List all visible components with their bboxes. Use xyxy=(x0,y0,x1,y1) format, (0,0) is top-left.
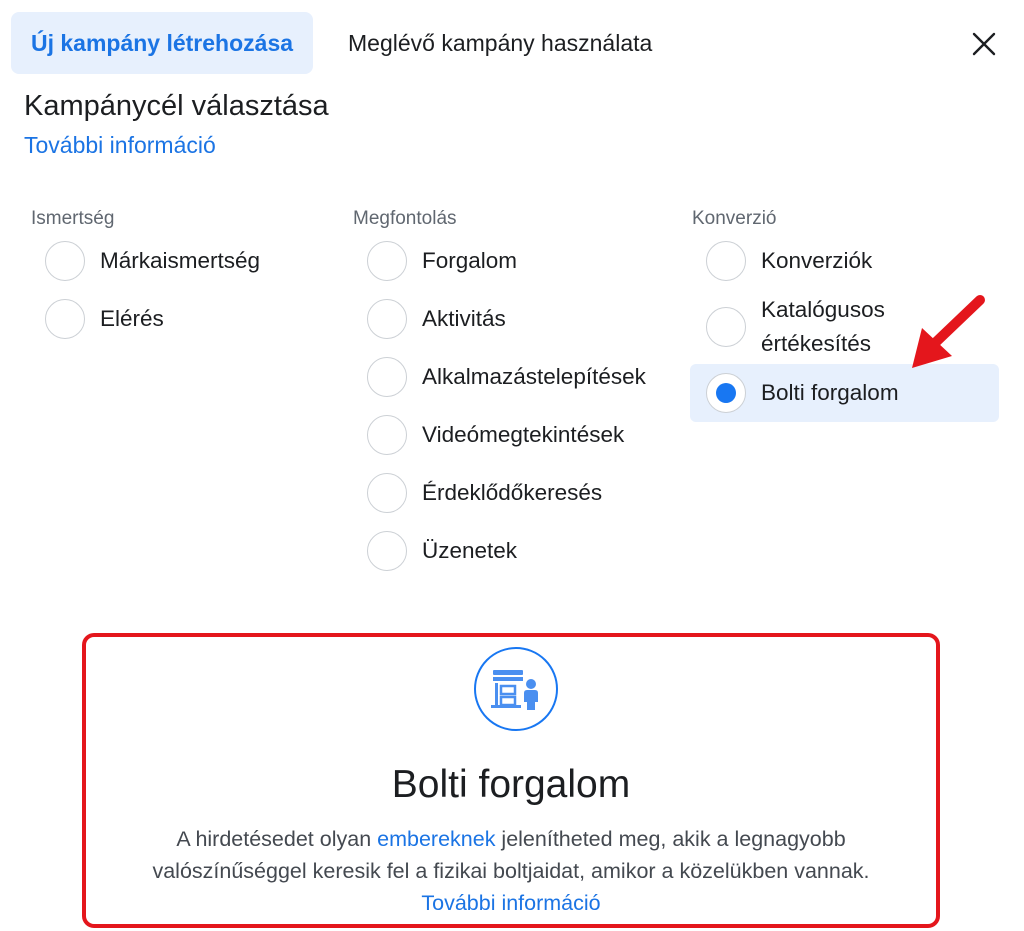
objective-option[interactable]: Forgalom xyxy=(342,232,672,290)
option-label: Érdeklődőkeresés xyxy=(422,480,603,505)
radio-button[interactable] xyxy=(45,299,85,339)
option-label: Márkaismertség xyxy=(100,248,261,273)
group-heading: Konverzió xyxy=(692,208,777,229)
radio-button[interactable] xyxy=(367,241,407,281)
learn-more-link[interactable]: További információ xyxy=(421,891,600,915)
option-label-line2: értékesítés xyxy=(761,331,872,356)
option-label: Aktivitás xyxy=(422,306,506,331)
option-label-line1: Katalógusos xyxy=(761,297,885,322)
detail-description: A hirdetésedet olyan embereknek jeleníth… xyxy=(126,823,896,919)
option-label: Bolti forgalom xyxy=(761,380,899,405)
option-label: Forgalom xyxy=(422,248,518,273)
objective-option[interactable]: Videómegtekintések xyxy=(342,406,672,464)
radio-button[interactable] xyxy=(367,415,407,455)
annotation-arrow-icon xyxy=(912,295,985,368)
radio-button[interactable] xyxy=(367,357,407,397)
option-label: Katalógusos értékesítés xyxy=(761,293,885,361)
group-heading: Megfontolás xyxy=(353,208,457,229)
tab-existing-campaign[interactable]: Meglévő kampány használata xyxy=(334,12,666,74)
option-label: Üzenetek xyxy=(422,538,518,563)
people-link[interactable]: embereknek xyxy=(377,827,495,851)
option-label: Videómegtekintések xyxy=(422,422,625,447)
store-visit-icon xyxy=(474,647,558,731)
option-label: Elérés xyxy=(100,306,164,331)
close-icon xyxy=(972,32,996,56)
radio-button[interactable] xyxy=(367,473,407,513)
objective-option[interactable]: Elérés xyxy=(20,290,320,348)
radio-button[interactable] xyxy=(45,241,85,281)
close-button[interactable] xyxy=(962,22,1006,66)
objective-option[interactable]: Konverziók xyxy=(681,232,999,290)
radio-button[interactable] xyxy=(367,531,407,571)
page-title: Kampánycél választása xyxy=(24,90,329,122)
radio-button[interactable] xyxy=(706,307,746,347)
option-label: Konverziók xyxy=(761,248,873,273)
radio-button-selected[interactable] xyxy=(706,373,746,413)
objective-group-awareness: Ismertség Márkaismertség Elérés xyxy=(20,206,320,348)
objective-option[interactable]: Érdeklődőkeresés xyxy=(342,464,672,522)
desc-text: A hirdetésedet olyan xyxy=(176,827,378,851)
detail-title: Bolti forgalom xyxy=(391,763,631,806)
radio-button[interactable] xyxy=(367,299,407,339)
group-heading: Ismertség xyxy=(31,208,115,229)
radio-button[interactable] xyxy=(706,241,746,281)
objective-group-consideration: Megfontolás Forgalom Aktivitás Alkalmazá… xyxy=(342,206,672,580)
objective-detail-card: Bolti forgalom A hirdetésedet olyan embe… xyxy=(82,633,940,928)
objective-option[interactable]: Aktivitás xyxy=(342,290,672,348)
learn-more-link[interactable]: További információ xyxy=(24,132,216,159)
objective-option[interactable]: Üzenetek xyxy=(342,522,672,580)
option-label: Alkalmazástelepítések xyxy=(422,364,646,389)
objective-option[interactable]: Alkalmazástelepítések xyxy=(342,348,672,406)
tab-new-campaign[interactable]: Új kampány létrehozása xyxy=(11,12,313,74)
objective-option[interactable]: Márkaismertség xyxy=(20,232,320,290)
